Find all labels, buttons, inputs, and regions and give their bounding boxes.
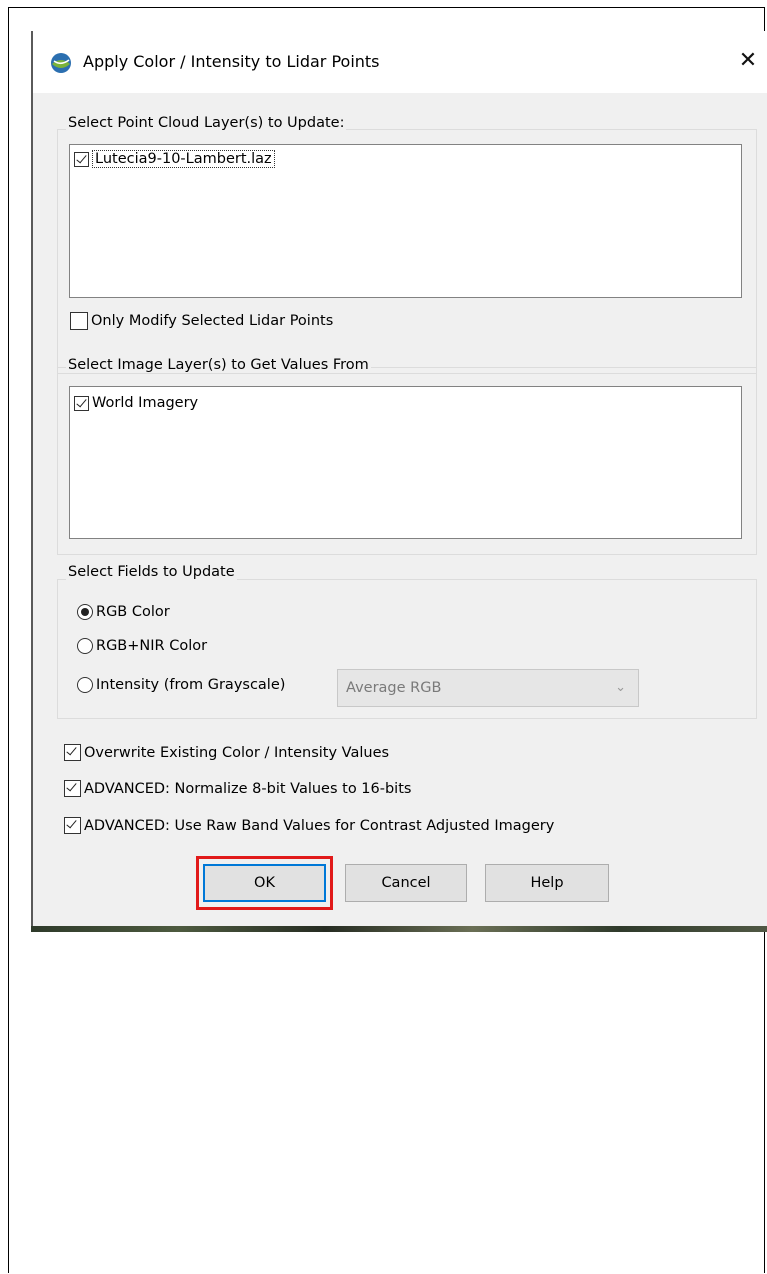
radio-rgb-color[interactable]: RGB Color	[77, 604, 170, 620]
chevron-down-icon: ⌄	[615, 680, 626, 695]
ok-button[interactable]: OK	[203, 864, 326, 902]
globe-app-icon	[51, 53, 71, 73]
checkbox[interactable]	[64, 780, 81, 797]
title-bar: Apply Color / Intensity to Lidar Points …	[33, 31, 767, 93]
radio-label: Intensity (from Grayscale)	[96, 677, 286, 693]
help-button[interactable]: Help	[485, 864, 609, 902]
radio-button[interactable]	[77, 604, 93, 620]
list-item[interactable]: Lutecia9-10-Lambert.laz	[74, 150, 275, 168]
point-cloud-listbox[interactable]: Lutecia9-10-Lambert.laz	[69, 144, 742, 298]
cancel-button[interactable]: Cancel	[345, 864, 467, 902]
checkbox[interactable]	[64, 817, 81, 834]
option-label: Overwrite Existing Color / Intensity Val…	[84, 744, 390, 761]
image-listbox[interactable]: World Imagery	[69, 386, 742, 539]
option-label: ADVANCED: Normalize 8-bit Values to 16-b…	[84, 780, 412, 797]
radio-label: RGB Color	[96, 604, 170, 620]
checkbox[interactable]	[74, 151, 89, 167]
normalize-checkbox-row[interactable]: ADVANCED: Normalize 8-bit Values to 16-b…	[64, 780, 411, 797]
overwrite-checkbox-row[interactable]: Overwrite Existing Color / Intensity Val…	[64, 744, 389, 761]
dialog-title: Apply Color / Intensity to Lidar Points	[83, 52, 380, 71]
background-map-strip	[31, 926, 767, 932]
option-label: ADVANCED: Use Raw Band Values for Contra…	[84, 817, 555, 834]
intensity-source-select[interactable]: Average RGB ⌄	[337, 669, 639, 707]
apply-color-dialog: Apply Color / Intensity to Lidar Points …	[31, 31, 767, 931]
close-icon[interactable]: ✕	[733, 45, 763, 77]
list-item-label: World Imagery	[92, 395, 199, 411]
only-selected-checkbox-row[interactable]: Only Modify Selected Lidar Points	[70, 312, 333, 330]
checkbox[interactable]	[74, 395, 89, 411]
radio-intensity[interactable]: Intensity (from Grayscale)	[77, 677, 285, 693]
radio-button[interactable]	[77, 638, 93, 654]
list-item-label: Lutecia9-10-Lambert.laz	[92, 150, 275, 168]
fields-group-label: Select Fields to Update	[66, 564, 237, 580]
select-value: Average RGB	[346, 680, 442, 696]
image-group-label: Select Image Layer(s) to Get Values From	[66, 357, 371, 373]
only-selected-checkbox[interactable]	[70, 312, 88, 330]
only-selected-label: Only Modify Selected Lidar Points	[91, 313, 334, 329]
raw-band-checkbox-row[interactable]: ADVANCED: Use Raw Band Values for Contra…	[64, 817, 554, 834]
radio-label: RGB+NIR Color	[96, 638, 208, 654]
point-cloud-group-label: Select Point Cloud Layer(s) to Update:	[66, 115, 347, 131]
list-item[interactable]: World Imagery	[74, 395, 198, 411]
radio-button[interactable]	[77, 677, 93, 693]
checkbox[interactable]	[64, 744, 81, 761]
radio-rgb-nir-color[interactable]: RGB+NIR Color	[77, 638, 207, 654]
